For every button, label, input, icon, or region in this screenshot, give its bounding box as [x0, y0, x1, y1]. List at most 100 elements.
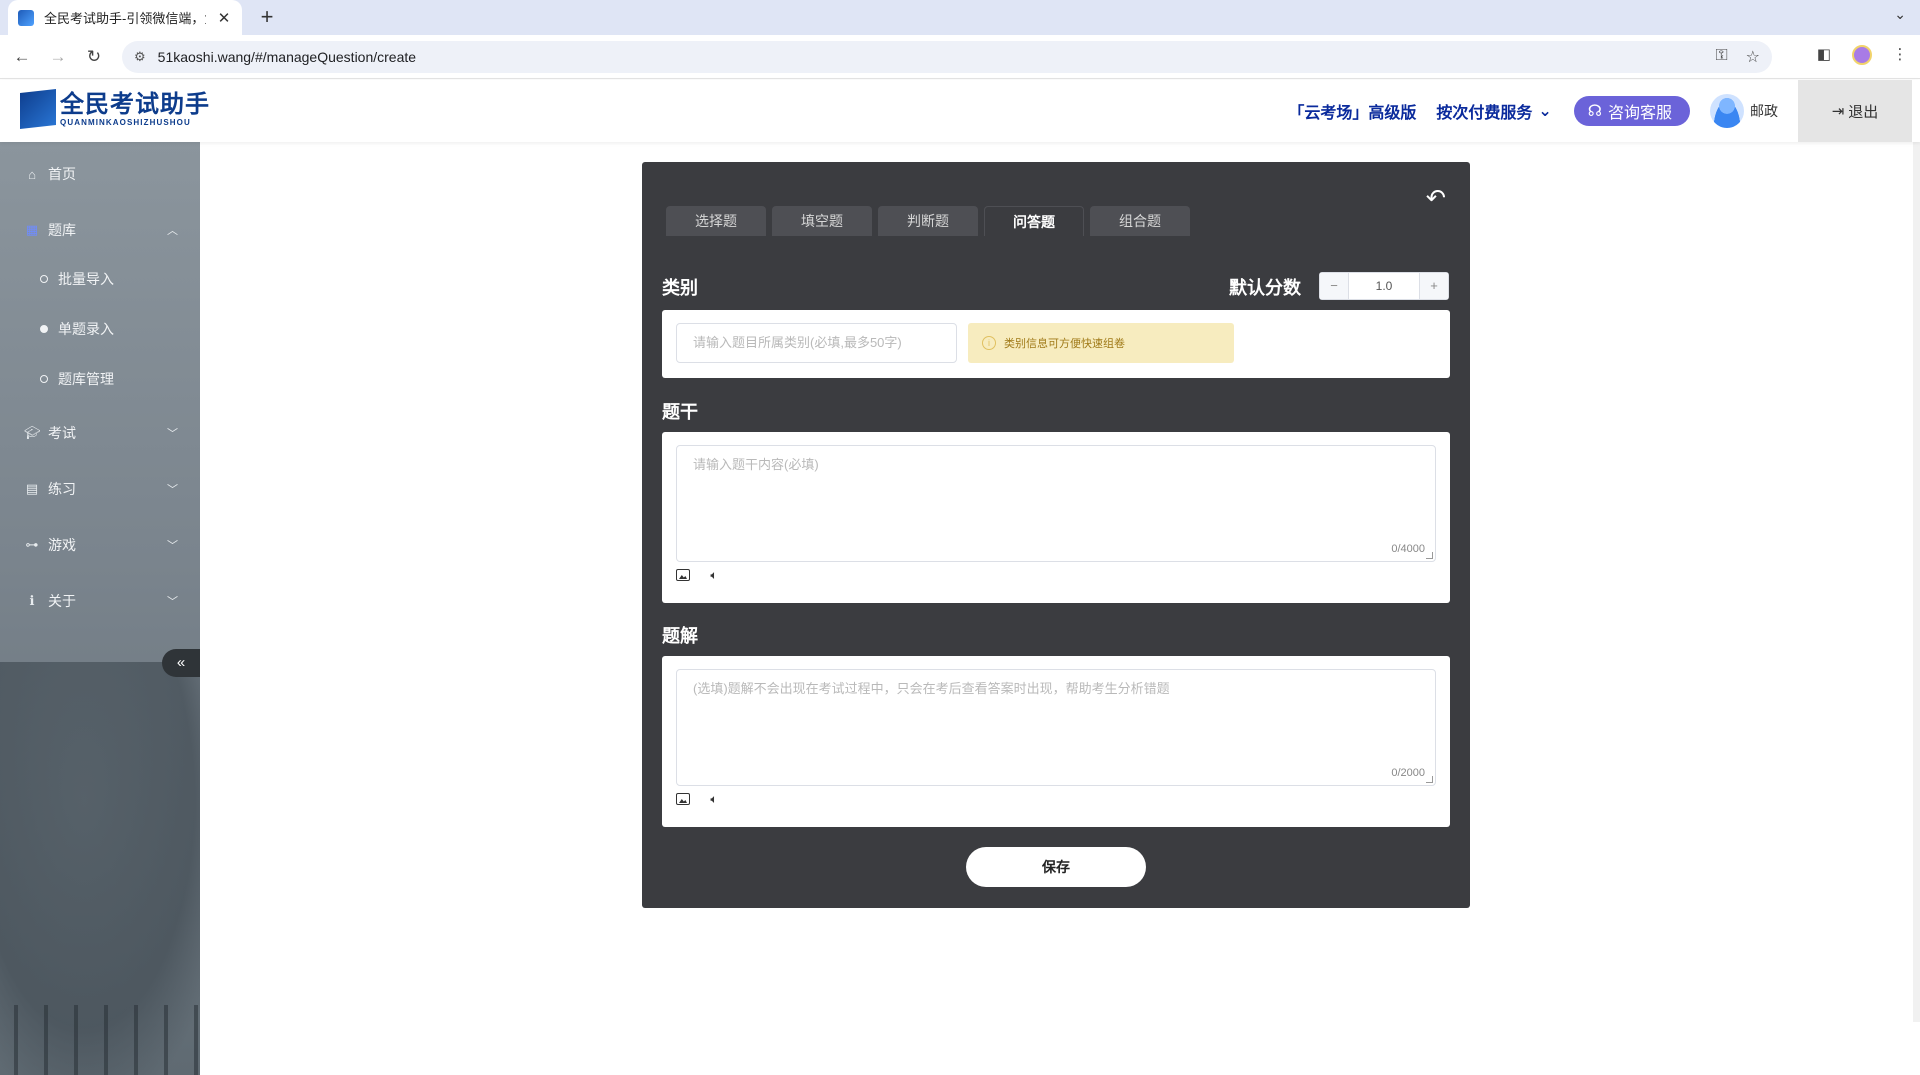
- sidebar-item-single-entry[interactable]: 单题录入: [0, 311, 200, 347]
- stem-panel: 请输入题干内容(必填) 0/4000 🔈︎: [662, 432, 1450, 603]
- info-icon: ℹ: [29, 593, 35, 608]
- bullet-icon: [40, 375, 48, 383]
- category-section-title: 类别: [662, 278, 698, 298]
- logo[interactable]: 全民考试助手 QUANMINKAOSHIZHUSHOU: [20, 89, 210, 129]
- stem-section-title: 题干: [662, 402, 698, 422]
- browser-tabstrip: 全民考试助手-引领微信端，免费 ✕ + ⌄: [0, 0, 1920, 35]
- sidebar-item-practice[interactable]: ▤ 练习 ﹀: [0, 467, 200, 511]
- score-stepper[interactable]: − 1.0 +: [1319, 272, 1449, 300]
- plus-icon[interactable]: +: [1420, 273, 1448, 299]
- consult-label: 咨询客服: [1607, 105, 1672, 122]
- image-icon[interactable]: [676, 569, 690, 581]
- answer-textarea[interactable]: (选填)题解不会出现在考试过程中，只会在考后查看答案时出现，帮助考生分析错题 0…: [676, 669, 1436, 786]
- sidebar-item-label: 关于: [48, 593, 76, 609]
- minus-icon[interactable]: −: [1320, 273, 1348, 299]
- logo-subtext: QUANMINKAOSHIZHUSHOU: [60, 117, 191, 127]
- site-favicon-icon: [18, 9, 34, 26]
- answer-panel: (选填)题解不会出现在考试过程中，只会在考后查看答案时出现，帮助考生分析错题 0…: [662, 656, 1450, 827]
- sidebar-item-home[interactable]: ⌂ 首页: [0, 152, 200, 196]
- new-tab-icon[interactable]: +: [254, 4, 280, 30]
- url-text: 51kaoshi.wang/#/manageQuestion/create: [157, 49, 417, 65]
- sidebar-item-about[interactable]: ℹ 关于 ﹀: [0, 579, 200, 623]
- browser-tab[interactable]: 全民考试助手-引领微信端，免费 ✕: [8, 0, 242, 35]
- star-icon[interactable]: ☆: [1746, 47, 1760, 67]
- chevron-down-icon: ﹀: [167, 484, 178, 496]
- sidebar-item-label: 首页: [48, 166, 76, 182]
- sidebar-item-label: 批量导入: [58, 271, 114, 287]
- sidebar-item-label: 题库: [48, 222, 76, 238]
- sidebar-item-bank[interactable]: ▦ 题库 ︿: [0, 208, 200, 252]
- key-icon[interactable]: ⚿: [1715, 47, 1727, 67]
- question-type-tabs: 选择题 填空题 判断题 问答题 组合题: [666, 206, 1190, 236]
- sidebar-item-label: 游戏: [48, 537, 76, 553]
- sidebar-collapse-button[interactable]: «: [162, 649, 200, 677]
- avatar: [1710, 94, 1744, 128]
- answer-char-count: 0/2000: [1391, 767, 1425, 779]
- home-icon: ⌂: [28, 166, 36, 182]
- image-icon[interactable]: [676, 793, 690, 805]
- resize-handle-icon[interactable]: [1426, 776, 1433, 783]
- chevron-down-icon: ⌄: [1538, 103, 1552, 120]
- sidebar-item-batch-import[interactable]: 批量导入: [0, 261, 200, 297]
- chevron-down-icon[interactable]: ⌄: [1894, 6, 1906, 23]
- pay-service-label: 按次付费服务: [1436, 105, 1533, 122]
- tab-true-false[interactable]: 判断题: [878, 206, 978, 236]
- reload-icon[interactable]: ↻: [82, 45, 106, 69]
- sidebar-item-bank-manage[interactable]: 题库管理: [0, 361, 200, 397]
- app-header: 全民考试助手 QUANMINKAOSHIZHUSHOU 「云考场」高级版 按次付…: [0, 80, 1920, 142]
- audio-icon[interactable]: 🔈︎: [706, 567, 722, 583]
- page-scrollbar[interactable]: [1913, 142, 1920, 1022]
- default-score-label: 默认分数: [1229, 278, 1301, 298]
- book-icon: ▤: [25, 481, 39, 496]
- tab-combo[interactable]: 组合题: [1090, 206, 1190, 236]
- answer-placeholder: (选填)题解不会出现在考试过程中，只会在考后查看答案时出现，帮助考生分析错题: [693, 681, 1170, 696]
- site-settings-icon[interactable]: ⚙: [134, 49, 146, 65]
- consult-button[interactable]: ☊ 咨询客服: [1573, 96, 1690, 126]
- answer-section-title: 题解: [662, 626, 698, 646]
- forward-arrow-icon[interactable]: →: [46, 45, 70, 69]
- question-editor-card: ↶ 选择题 填空题 判断题 问答题 组合题 类别 默认分数 − 1.0 + 请输…: [642, 162, 1470, 908]
- chevron-down-icon: ﹀: [167, 596, 178, 608]
- category-input[interactable]: 请输入题目所属类别(必填,最多50字): [676, 323, 957, 363]
- tab-essay[interactable]: 问答题: [984, 206, 1084, 236]
- category-tip-text: 类别信息可方便快速组卷: [1004, 338, 1125, 350]
- chevron-up-icon: ︿: [167, 225, 178, 237]
- pay-service-dropdown[interactable]: 按次付费服务 ⌄: [1436, 99, 1551, 123]
- user-menu[interactable]: 邮政: [1710, 94, 1778, 128]
- headset-icon: ☊: [1587, 103, 1602, 120]
- profile-avatar-icon[interactable]: [1852, 45, 1872, 65]
- sidebar-item-game[interactable]: ⊶ 游戏 ﹀: [0, 523, 200, 567]
- score-value[interactable]: 1.0: [1348, 273, 1420, 299]
- sidebar-item-exam[interactable]: 🎓︎ 考试 ﹀: [0, 411, 200, 455]
- logout-label: 退出: [1848, 103, 1879, 121]
- info-icon: i: [982, 336, 996, 350]
- stem-textarea[interactable]: 请输入题干内容(必填) 0/4000: [676, 445, 1436, 562]
- tab-fill-blank[interactable]: 填空题: [772, 206, 872, 236]
- tab-choice[interactable]: 选择题: [666, 206, 766, 236]
- save-button[interactable]: 保存: [966, 847, 1146, 887]
- category-tip: i 类别信息可方便快速组卷: [968, 323, 1234, 363]
- bullet-icon: [40, 275, 48, 283]
- undo-back-icon[interactable]: ↶: [1426, 184, 1446, 213]
- logo-text: 全民考试助手: [60, 90, 210, 118]
- chevron-down-icon: ﹀: [167, 428, 178, 440]
- logo-mark-icon: [20, 89, 56, 129]
- more-menu-icon[interactable]: ⋮: [1890, 45, 1910, 65]
- browser-toolbar: ← → ↻ ⚙ 51kaoshi.wang/#/manageQuestion/c…: [0, 35, 1920, 79]
- sidebar-item-label: 题库管理: [58, 371, 114, 387]
- close-icon[interactable]: ✕: [216, 9, 232, 27]
- tab-title: 全民考试助手-引领微信端，免费: [44, 11, 206, 26]
- username: 邮政: [1750, 103, 1778, 119]
- side-panel-icon[interactable]: ◧: [1814, 45, 1834, 65]
- stem-char-count: 0/4000: [1391, 543, 1425, 555]
- sidebar-item-label: 练习: [48, 481, 76, 497]
- logout-button[interactable]: ⇥ 退出: [1798, 80, 1912, 142]
- sidebar: ⌂ 首页 ▦ 题库 ︿ 批量导入 单题录入 题库管理 🎓︎ 考试 ﹀ ▤ 练习 …: [0, 142, 200, 1075]
- sidebar-item-label: 单题录入: [58, 321, 114, 337]
- audio-icon[interactable]: 🔈︎: [706, 791, 722, 807]
- back-arrow-icon[interactable]: ←: [10, 45, 34, 69]
- premium-link[interactable]: 「云考场」高级版: [1288, 99, 1416, 123]
- resize-handle-icon[interactable]: [1426, 552, 1433, 559]
- stem-placeholder: 请输入题干内容(必填): [693, 457, 819, 472]
- address-bar[interactable]: ⚙ 51kaoshi.wang/#/manageQuestion/create …: [122, 41, 1772, 73]
